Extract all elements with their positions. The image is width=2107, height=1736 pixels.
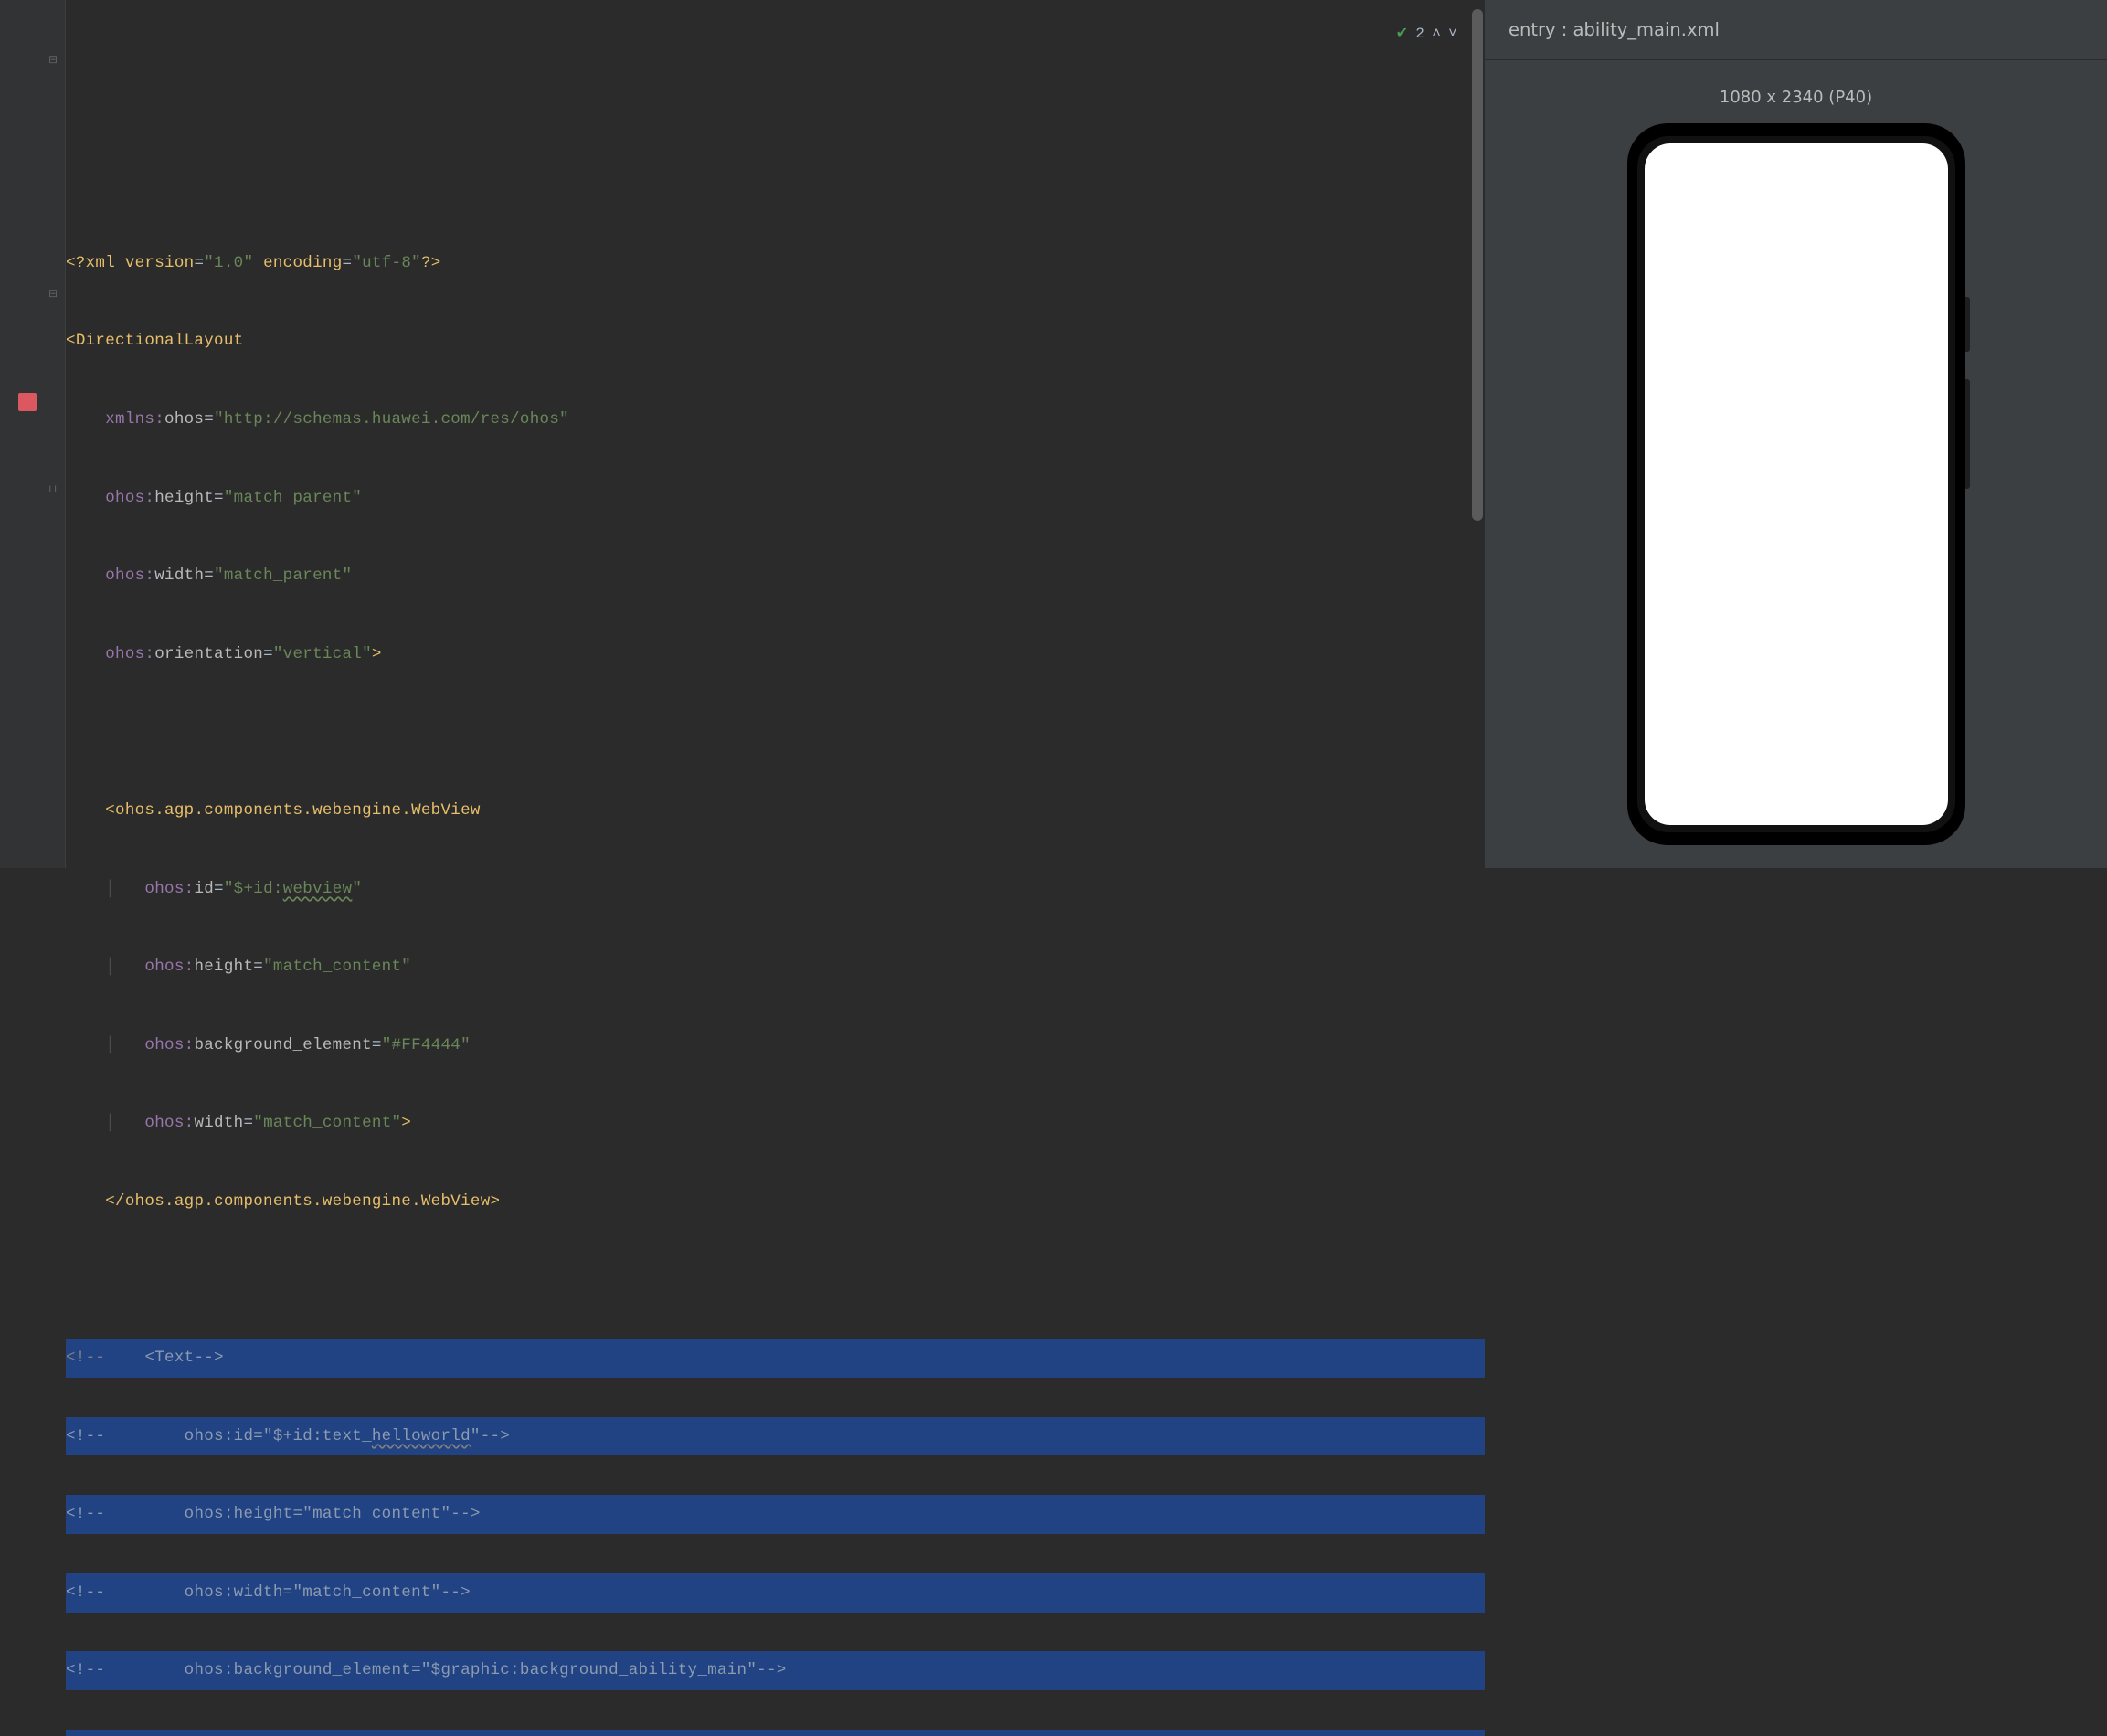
- fold-toggle-icon[interactable]: ⊟: [48, 289, 59, 300]
- phone-power-button: [1965, 297, 1970, 352]
- phone-volume-button: [1965, 379, 1970, 489]
- code-line[interactable]: │ ohos:background_element="#FF4444": [66, 1026, 1485, 1065]
- fold-toggle-icon[interactable]: ⊟: [48, 55, 59, 66]
- code-line[interactable]: │ ohos:width="match_content">: [66, 1104, 1485, 1143]
- phone-mockup[interactable]: [1627, 123, 1965, 845]
- code-line[interactable]: ohos:width="match_parent": [66, 556, 1485, 596]
- code-line[interactable]: xmlns:ohos="http://schemas.huawei.com/re…: [66, 400, 1485, 439]
- problems-count: 2: [1415, 15, 1424, 54]
- code-line[interactable]: [66, 1261, 1485, 1300]
- preview-pane: entry : ability_main.xml 1080 x 2340 (P4…: [1485, 0, 2107, 868]
- checkmark-icon: ✔: [1396, 15, 1409, 54]
- preview-title: entry : ability_main.xml: [1509, 19, 1720, 40]
- code-line[interactable]: │ ohos:id="$+id:webview": [66, 870, 1485, 909]
- fold-region: ⊟ ⊟ ⊔: [48, 0, 61, 868]
- phone-bezel: [1637, 136, 1955, 832]
- code-line[interactable]: ohos:height="match_parent": [66, 479, 1485, 518]
- code-line[interactable]: <!-- ohos:width="match_content"-->: [66, 1573, 1485, 1613]
- inspection-hints[interactable]: ✔ 2 ˄ ˅: [1396, 15, 1457, 54]
- ide-root: ⊟ ⊟ ⊔ ✔ 2 ˄ ˅ <?xml version="1.0" encodi…: [0, 0, 2107, 868]
- fold-end-icon[interactable]: ⊔: [48, 484, 59, 495]
- code-line[interactable]: </ohos.agp.components.webengine.WebView>: [66, 1182, 1485, 1222]
- chevron-up-icon[interactable]: ˄: [1432, 15, 1441, 54]
- preview-title-bar: entry : ability_main.xml: [1485, 0, 2107, 60]
- code-line[interactable]: <!-- <Text-->: [66, 1339, 1485, 1378]
- chevron-down-icon[interactable]: ˅: [1448, 15, 1457, 54]
- editor-gutter[interactable]: ⊟ ⊟ ⊔: [0, 0, 66, 868]
- code-line[interactable]: <ohos.agp.components.webengine.WebView: [66, 791, 1485, 831]
- code-line[interactable]: <DirectionalLayout: [66, 322, 1485, 361]
- device-resolution-label: 1080 x 2340 (P40): [1720, 88, 1872, 107]
- code-line[interactable]: <!-- ohos:layout_alignment="horizontal_c…: [66, 1730, 1485, 1736]
- preview-body: 1080 x 2340 (P40): [1485, 60, 2107, 868]
- breakpoint-marker[interactable]: [18, 393, 37, 411]
- code-editor[interactable]: ✔ 2 ˄ ˅ <?xml version="1.0" encoding="ut…: [66, 0, 1485, 868]
- code-line[interactable]: <?xml version="1.0" encoding="utf-8"?>: [66, 244, 1485, 283]
- code-line[interactable]: <!-- ohos:height="match_content"-->: [66, 1495, 1485, 1534]
- code-line[interactable]: <!-- ohos:id="$+id:text_helloworld"-->: [66, 1417, 1485, 1456]
- scrollbar-thumb[interactable]: [1472, 9, 1483, 521]
- code-line[interactable]: │ ohos:height="match_content": [66, 947, 1485, 987]
- code-line[interactable]: <!-- ohos:background_element="$graphic:b…: [66, 1651, 1485, 1690]
- code-line[interactable]: [66, 713, 1485, 752]
- editor-pane: ⊟ ⊟ ⊔ ✔ 2 ˄ ˅ <?xml version="1.0" encodi…: [0, 0, 1485, 868]
- code-line[interactable]: ohos:orientation="vertical">: [66, 635, 1485, 674]
- phone-screen[interactable]: [1645, 143, 1948, 825]
